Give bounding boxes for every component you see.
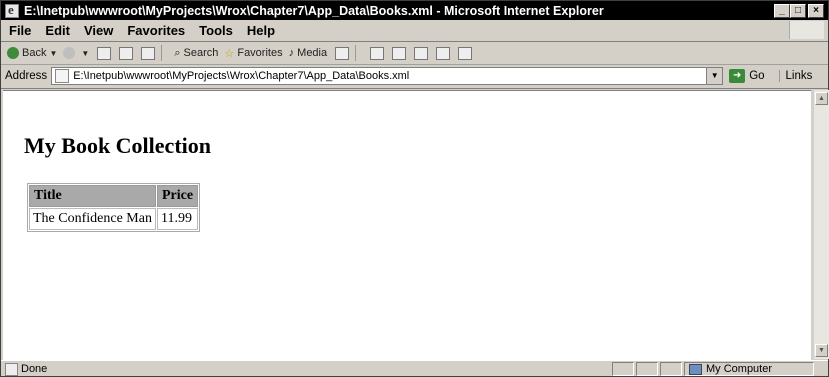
maximize-button[interactable]: □ [790, 3, 806, 18]
refresh-icon[interactable] [119, 46, 134, 60]
column-header-price: Price [156, 185, 199, 207]
media-button[interactable]: ♪ Media [289, 47, 328, 59]
browser-window: E:\Inetpub\wwwroot\MyProjects\Wrox\Chapt… [0, 0, 829, 377]
cell-title: The Confidence Man [29, 208, 156, 230]
menu-tools[interactable]: Tools [199, 23, 233, 38]
media-icon: ♪ [288, 47, 295, 59]
address-input[interactable]: E:\Inetpub\wwwroot\MyProjects\Wrox\Chapt… [51, 67, 724, 85]
chevron-down-icon[interactable]: ▼ [81, 49, 89, 58]
print-icon[interactable] [392, 46, 407, 60]
window-title: E:\Inetpub\wwwroot\MyProjects\Wrox\Chapt… [24, 3, 604, 18]
title-bar[interactable]: E:\Inetpub\wwwroot\MyProjects\Wrox\Chapt… [1, 1, 828, 20]
star-icon: ☆ [224, 47, 235, 60]
back-arrow-icon [7, 47, 19, 59]
menu-help[interactable]: Help [247, 23, 275, 38]
status-text: Done [21, 363, 48, 375]
address-value[interactable]: E:\Inetpub\wwwroot\MyProjects\Wrox\Chapt… [73, 70, 409, 82]
home-icon[interactable] [141, 46, 156, 60]
scroll-up-icon[interactable]: ▲ [815, 92, 828, 105]
go-label: Go [749, 70, 765, 82]
search-label: Search [183, 47, 219, 59]
menu-view[interactable]: View [84, 23, 113, 38]
menu-file[interactable]: File [9, 23, 31, 38]
table-row: The Confidence Man 11.99 [29, 208, 199, 230]
search-icon: ⌕ [174, 46, 181, 59]
messenger-icon[interactable] [458, 46, 473, 60]
page-icon [55, 69, 70, 83]
media-label: Media [297, 47, 328, 59]
go-button[interactable]: ➜ Go [729, 69, 765, 83]
status-pane [612, 362, 634, 376]
links-button[interactable]: Links [778, 70, 812, 82]
vertical-scrollbar[interactable]: ▲ ▼ [813, 90, 829, 359]
forward-arrow-icon [63, 47, 76, 59]
search-button[interactable]: ⌕ Search [174, 47, 218, 60]
favorites-button[interactable]: ☆ Favorites [224, 47, 282, 60]
address-dropdown-icon[interactable]: ▼ [706, 68, 723, 84]
chevron-down-icon[interactable]: ▼ [49, 49, 57, 58]
cell-price: 11.99 [156, 208, 199, 230]
toolbar-separator [355, 45, 357, 61]
go-arrow-icon: ➜ [729, 69, 746, 83]
windows-logo-icon [789, 21, 824, 39]
ie-app-icon[interactable] [5, 2, 19, 18]
page-title: My Book Collection [24, 133, 211, 158]
standard-toolbar: Back ▼ ▼ ⌕ Search ☆ Favorites ♪ Media [1, 42, 828, 65]
back-label: Back [22, 47, 47, 59]
discuss-icon[interactable] [436, 46, 451, 60]
edit-icon[interactable] [414, 46, 429, 60]
favorites-label: Favorites [237, 47, 283, 59]
back-button[interactable]: Back ▼ [7, 47, 57, 59]
scroll-down-icon[interactable]: ▼ [815, 344, 828, 357]
minimize-button[interactable]: _ [774, 3, 790, 18]
menu-bar: File Edit View Favorites Tools Help [1, 20, 828, 42]
address-label: Address [5, 70, 48, 82]
computer-icon [689, 363, 702, 375]
menu-edit[interactable]: Edit [45, 23, 70, 38]
status-pane [636, 362, 658, 376]
security-zone: My Computer [684, 362, 814, 376]
stop-icon[interactable] [97, 46, 112, 60]
column-header-title: Title [29, 185, 156, 207]
toolbar-separator [161, 45, 163, 61]
forward-button[interactable]: ▼ [63, 47, 89, 59]
table-header-row: Title Price [29, 185, 199, 207]
mail-icon[interactable] [370, 46, 385, 60]
zone-label: My Computer [706, 363, 773, 375]
status-pane [660, 362, 682, 376]
history-icon[interactable] [335, 46, 350, 60]
menu-favorites[interactable]: Favorites [127, 23, 185, 38]
status-bar: Done My Computer [1, 360, 828, 377]
books-table: Title Price The Confidence Man 11.99 [27, 183, 201, 232]
close-button[interactable]: × [808, 3, 824, 18]
address-bar: Address E:\Inetpub\wwwroot\MyProjects\Wr… [1, 64, 828, 89]
page-status-icon [5, 362, 18, 376]
page-content: My Book Collection Title Price The Confi… [3, 90, 811, 360]
